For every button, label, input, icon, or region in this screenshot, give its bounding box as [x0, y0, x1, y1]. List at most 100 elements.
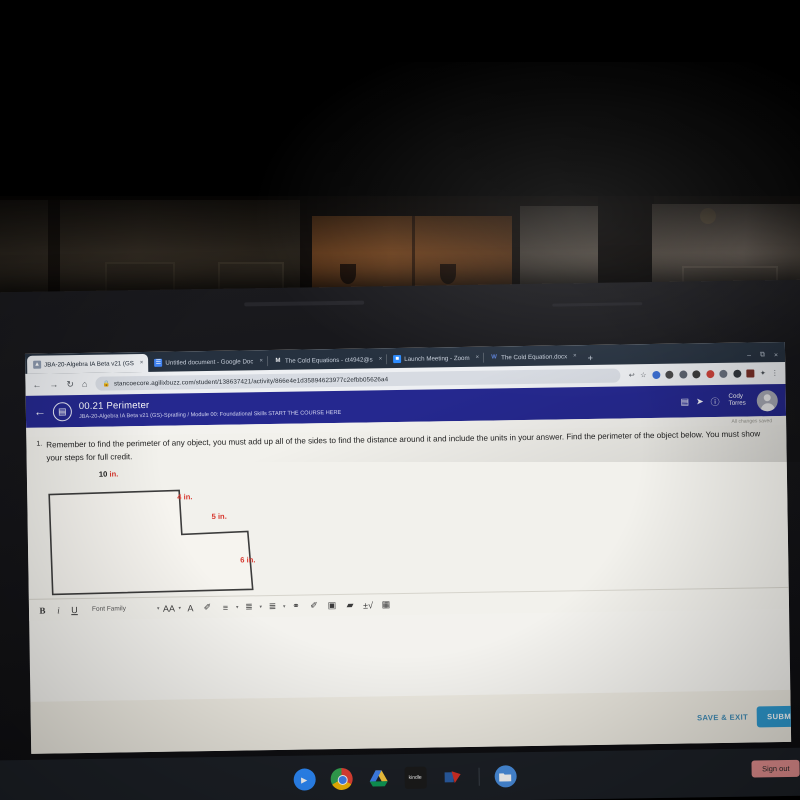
- help-icon[interactable]: ⓘ: [710, 394, 720, 407]
- extension-icon[interactable]: [678, 370, 688, 379]
- close-icon[interactable]: ×: [259, 358, 263, 364]
- app-icon[interactable]: [441, 766, 463, 788]
- zoom-icon: ■: [393, 354, 402, 364]
- extension-icon[interactable]: [651, 370, 661, 380]
- tab-title: Untitled document - Google Doc: [165, 357, 254, 367]
- tab-title: The Cold Equations - ct4942@s: [284, 355, 373, 365]
- insert-table-icon[interactable]: ▦: [377, 597, 394, 613]
- home-icon[interactable]: ⌂: [82, 378, 88, 388]
- label-unit: in.: [217, 511, 227, 521]
- laptop-speaker-grille: [552, 302, 643, 307]
- browser-tab-word[interactable]: W The Cold Equation.docx ×: [484, 347, 582, 367]
- save-and-exit-button[interactable]: SAVE & EXIT: [697, 712, 748, 722]
- user-name: Cody Torres: [728, 393, 746, 408]
- question-content: 1. Remember to find the perimeter of any…: [26, 424, 789, 599]
- chevron-down-icon[interactable]: ▾: [178, 605, 181, 611]
- extension-icon[interactable]: [719, 369, 728, 378]
- browser-window: ▲ JBA-20-Algebra IA Beta v21 (GS × ☰ Unt…: [24, 341, 792, 754]
- text-color-button[interactable]: A: [183, 600, 198, 616]
- save-status-text: All changes saved: [731, 417, 773, 425]
- app-glyph-icon: [444, 771, 461, 784]
- font-family-select[interactable]: Font Family: [83, 600, 155, 617]
- math-equation-icon[interactable]: ±√: [359, 597, 376, 613]
- share-icon[interactable]: ↩: [629, 371, 635, 379]
- bold-button[interactable]: B: [35, 602, 50, 618]
- avatar[interactable]: [756, 389, 778, 411]
- l-shaped-polygon: [48, 489, 254, 596]
- window-controls: – ⧉ ×: [747, 351, 785, 363]
- user-last-name: Torres: [728, 399, 746, 407]
- extension-icon[interactable]: [692, 370, 701, 379]
- close-icon[interactable]: ×: [379, 356, 383, 362]
- cabinet-handle: [340, 264, 356, 284]
- cabinet-handle: [440, 264, 456, 284]
- insert-image-icon[interactable]: ▣: [323, 598, 340, 614]
- extension-icon[interactable]: [732, 369, 742, 378]
- shelf-separator: [478, 767, 480, 786]
- bullet-list-button[interactable]: ≣: [264, 598, 281, 614]
- align-button[interactable]: ≡: [217, 599, 234, 615]
- agilix-icon: ▲: [33, 360, 42, 369]
- folder-icon: [499, 772, 512, 781]
- question-number: 1.: [36, 440, 43, 448]
- laptop-body: ▲ JBA-20-Algebra IA Beta v21 (GS × ☰ Unt…: [0, 279, 800, 800]
- chevron-down-icon[interactable]: ▾: [236, 604, 239, 610]
- figure-label-upper-right: 4 in.: [177, 492, 192, 501]
- close-icon[interactable]: ×: [476, 355, 480, 361]
- numbered-list-button[interactable]: ≣: [240, 599, 257, 615]
- highlighter-icon[interactable]: ✐: [199, 599, 216, 615]
- new-tab-button[interactable]: +: [582, 353, 599, 365]
- back-icon[interactable]: ←: [32, 379, 41, 389]
- figure-label-middle: 5 in.: [211, 512, 226, 521]
- browser-tab-zoom[interactable]: ■ Launch Meeting - Zoom ×: [387, 349, 485, 369]
- extension-icon[interactable]: [746, 369, 755, 378]
- extension-icon[interactable]: [665, 370, 674, 379]
- chevron-down-icon[interactable]: ▾: [283, 603, 286, 609]
- back-arrow-icon[interactable]: ←: [34, 405, 46, 419]
- reload-icon[interactable]: ↻: [66, 379, 74, 389]
- browser-extension-icons: ↩ ☆ ✦ ⋮: [629, 369, 778, 380]
- insert-video-icon[interactable]: ▰: [341, 597, 358, 613]
- close-window-icon[interactable]: ×: [774, 352, 778, 359]
- zoom-app-icon[interactable]: ▶: [293, 768, 316, 791]
- perimeter-figure: 10 in. 4 in. 5 in. 6 in.: [37, 459, 775, 599]
- send-icon[interactable]: ➤: [696, 396, 704, 407]
- chevron-down-icon[interactable]: ▾: [259, 604, 262, 610]
- extension-icon[interactable]: [705, 370, 715, 379]
- link-icon[interactable]: ⚭: [287, 598, 304, 614]
- label-value: 4: [177, 492, 182, 502]
- browser-tab-gmail[interactable]: M The Cold Equations - ct4942@s ×: [268, 350, 388, 370]
- submit-answer-button[interactable]: SUBMIT A: [756, 704, 792, 727]
- extensions-puzzle-icon[interactable]: ✦: [760, 369, 766, 377]
- close-icon[interactable]: ×: [140, 360, 144, 366]
- files-app-icon[interactable]: [493, 765, 517, 788]
- tab-title: Launch Meeting - Zoom: [404, 354, 470, 363]
- label-unit: in.: [109, 469, 119, 479]
- forward-icon[interactable]: →: [49, 379, 58, 389]
- google-drive-app-icon[interactable]: [367, 767, 389, 789]
- kindle-app-icon[interactable]: kindle: [404, 766, 427, 789]
- minimize-icon[interactable]: –: [747, 352, 751, 359]
- browser-menu-icon[interactable]: ⋮: [771, 369, 778, 377]
- close-icon[interactable]: ×: [573, 353, 577, 359]
- underline-button[interactable]: U: [67, 602, 82, 618]
- calculator-icon[interactable]: ▤: [680, 396, 689, 407]
- tab-title: The Cold Equation.docx: [501, 352, 568, 361]
- figure-label-right: 6 in.: [240, 555, 255, 564]
- chevron-down-icon[interactable]: ▾: [157, 605, 160, 611]
- browser-tab-agilix[interactable]: ▲ JBA-20-Algebra IA Beta v21 (GS ×: [26, 353, 149, 374]
- label-unit: in.: [183, 492, 193, 502]
- font-size-button[interactable]: AA: [161, 600, 176, 616]
- maximize-icon[interactable]: ⧉: [760, 351, 765, 359]
- draw-icon[interactable]: ✐: [305, 598, 322, 614]
- drive-triangle-icon: [369, 770, 388, 787]
- google-docs-icon: ☰: [154, 358, 163, 367]
- figure-label-top: 10 in.: [99, 469, 119, 478]
- activity-footer: SAVE & EXIT SUBMIT A: [30, 689, 792, 754]
- sign-out-button[interactable]: Sign out: [751, 759, 800, 778]
- chrome-app-icon[interactable]: [330, 767, 353, 791]
- browser-tab-google-docs[interactable]: ☰ Untitled document - Google Doc ×: [148, 352, 269, 372]
- bookmark-star-icon[interactable]: ☆: [640, 371, 646, 379]
- lock-icon: 🔒: [102, 381, 110, 388]
- italic-button[interactable]: i: [51, 602, 66, 618]
